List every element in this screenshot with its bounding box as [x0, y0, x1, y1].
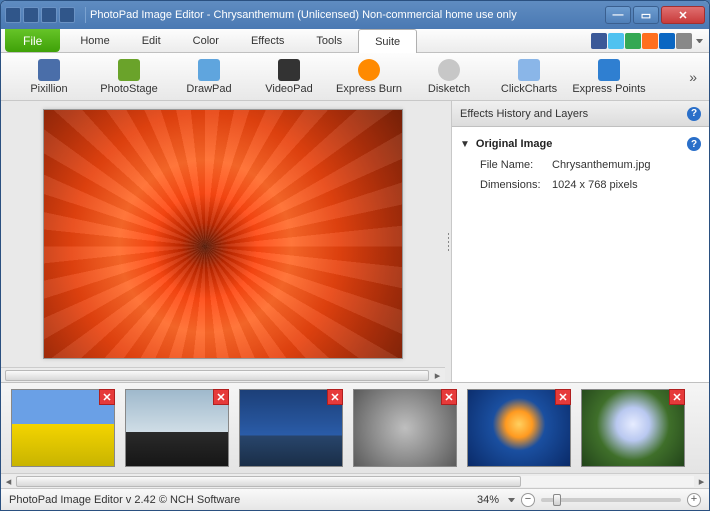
- panel-title: Effects History and Layers: [460, 108, 588, 120]
- qat-icon-3[interactable]: [41, 7, 57, 23]
- thumbnail[interactable]: ✕: [353, 389, 457, 467]
- dimensions-row: Dimensions: 1024 x 768 pixels: [460, 175, 701, 195]
- toolbar-overflow-icon[interactable]: »: [685, 65, 701, 89]
- suite-toolbar: Pixillion PhotoStage DrawPad VideoPad Ex…: [1, 53, 709, 101]
- thumbnail-close-button[interactable]: ✕: [99, 389, 115, 405]
- filename-row: File Name: Chrysanthemum.jpg: [460, 155, 701, 175]
- panel-header: Effects History and Layers ?: [452, 101, 709, 127]
- canvas-viewport[interactable]: [1, 101, 445, 367]
- twitter-icon[interactable]: [608, 33, 624, 49]
- facebook-icon[interactable]: [591, 33, 607, 49]
- workspace: ▸ Effects History and Layers ? ▼ Origina…: [1, 101, 709, 382]
- maximize-button[interactable]: ▭: [633, 6, 659, 24]
- minimize-button[interactable]: —: [605, 6, 631, 24]
- filename-value: Chrysanthemum.jpg: [552, 159, 650, 171]
- app-window: PhotoPad Image Editor - Chrysanthemum (U…: [0, 0, 710, 511]
- effects-panel: Effects History and Layers ? ▼ Original …: [451, 101, 709, 382]
- tool-drawpad[interactable]: DrawPad: [169, 59, 249, 95]
- file-menu[interactable]: File: [5, 29, 60, 52]
- tab-suite[interactable]: Suite: [358, 29, 417, 53]
- social-bar: [591, 29, 709, 52]
- thumbnail-close-button[interactable]: ✕: [669, 389, 685, 405]
- collapse-triangle-icon[interactable]: ▼: [460, 139, 470, 150]
- zoom-out-button[interactable]: −: [521, 493, 535, 507]
- main-image[interactable]: [43, 109, 403, 359]
- filmstrip-hscroll[interactable]: ◂▸: [1, 473, 709, 488]
- menubar: File Home Edit Color Effects Tools Suite: [1, 29, 709, 53]
- qat-icon-4[interactable]: [59, 7, 75, 23]
- window-title: PhotoPad Image Editor - Chrysanthemum (U…: [90, 9, 601, 21]
- tab-effects[interactable]: Effects: [235, 29, 300, 52]
- original-image-row[interactable]: ▼ Original Image ?: [460, 133, 701, 155]
- zoom-value: 34%: [477, 494, 499, 506]
- tab-color[interactable]: Color: [177, 29, 235, 52]
- linkedin-icon[interactable]: [659, 33, 675, 49]
- google-icon[interactable]: [625, 33, 641, 49]
- tool-expressburn[interactable]: Express Burn: [329, 59, 409, 95]
- thumbnail-close-button[interactable]: ✕: [555, 389, 571, 405]
- thumbnail-close-button[interactable]: ✕: [441, 389, 457, 405]
- stumble-icon[interactable]: [642, 33, 658, 49]
- thumbnail[interactable]: ✕: [125, 389, 229, 467]
- thumbnail[interactable]: ✕: [581, 389, 685, 467]
- tab-home[interactable]: Home: [64, 29, 125, 52]
- qat-icon-2[interactable]: [23, 7, 39, 23]
- tab-tools[interactable]: Tools: [300, 29, 358, 52]
- thumbnail[interactable]: ✕: [11, 389, 115, 467]
- share-icon[interactable]: [676, 33, 692, 49]
- close-button[interactable]: ✕: [661, 6, 705, 24]
- thumbnail[interactable]: ✕: [239, 389, 343, 467]
- qat-icon-1[interactable]: [5, 7, 21, 23]
- dimensions-value: 1024 x 768 pixels: [552, 179, 638, 191]
- thumbnail-close-button[interactable]: ✕: [213, 389, 229, 405]
- thumbnail[interactable]: ✕: [467, 389, 571, 467]
- tool-clickcharts[interactable]: ClickCharts: [489, 59, 569, 95]
- canvas-hscroll[interactable]: ▸: [1, 367, 445, 382]
- filmstrip: ✕ ✕ ✕ ✕ ✕ ✕: [1, 382, 709, 473]
- help-icon[interactable]: ?: [687, 107, 701, 121]
- thumbnail-close-button[interactable]: ✕: [327, 389, 343, 405]
- zoom-in-button[interactable]: +: [687, 493, 701, 507]
- help-icon[interactable]: ?: [687, 137, 701, 151]
- chevron-down-icon[interactable]: [696, 39, 703, 43]
- tool-pixillion[interactable]: Pixillion: [9, 59, 89, 95]
- chevron-down-icon[interactable]: [508, 498, 515, 502]
- tool-expresspoints[interactable]: Express Points: [569, 59, 649, 95]
- zoom-slider[interactable]: [541, 498, 681, 502]
- titlebar: PhotoPad Image Editor - Chrysanthemum (U…: [1, 1, 709, 29]
- statusbar: PhotoPad Image Editor v 2.42 © NCH Softw…: [1, 488, 709, 510]
- original-image-label: Original Image: [476, 138, 552, 150]
- status-text: PhotoPad Image Editor v 2.42 © NCH Softw…: [9, 494, 240, 506]
- tool-disketch[interactable]: Disketch: [409, 59, 489, 95]
- canvas-area: ▸: [1, 101, 445, 382]
- tool-photostage[interactable]: PhotoStage: [89, 59, 169, 95]
- tool-videopad[interactable]: VideoPad: [249, 59, 329, 95]
- tab-edit[interactable]: Edit: [126, 29, 177, 52]
